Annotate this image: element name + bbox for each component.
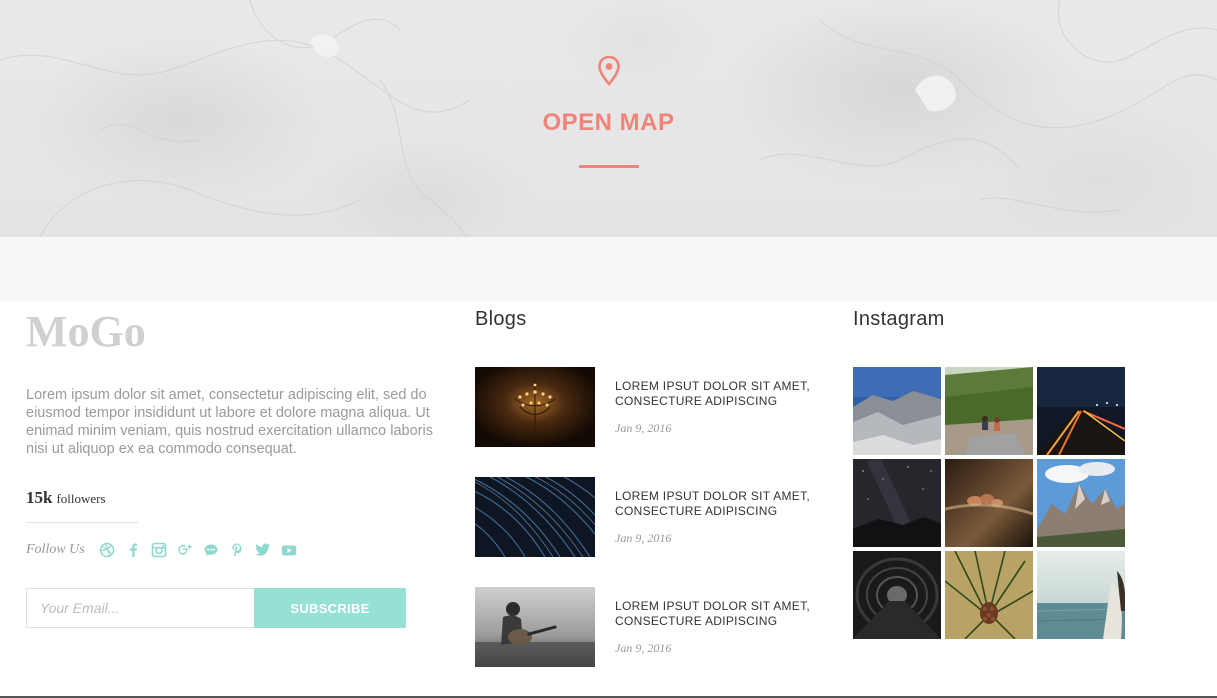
blog-meta: LOREM IPSUT DOLOR SIT AMET, CONSECTURE A… bbox=[615, 477, 820, 557]
about-column: MoGo Lorem ipsum dolor sit amet, consect… bbox=[26, 302, 436, 628]
blog-date: Jan 9, 2016 bbox=[615, 421, 672, 435]
blog-meta: LOREM IPSUT DOLOR SIT AMET, CONSECTURE A… bbox=[615, 367, 820, 447]
social-icons bbox=[99, 541, 298, 558]
map-pin-icon bbox=[597, 55, 621, 86]
blog-item[interactable]: LOREM IPSUT DOLOR SIT AMET, CONSECTURE A… bbox=[475, 587, 835, 667]
blog-date: Jan 9, 2016 bbox=[615, 641, 672, 655]
subscribe-form: SUBSCRIBE bbox=[26, 588, 406, 628]
subscribe-button[interactable]: SUBSCRIBE bbox=[254, 588, 406, 628]
follow-us-label: Follow Us bbox=[26, 541, 85, 557]
open-map-link[interactable]: OPEN MAP bbox=[0, 109, 1217, 137]
instagram-photo-hands-closeup[interactable] bbox=[945, 459, 1033, 547]
blog-title[interactable]: LOREM IPSUT DOLOR SIT AMET, CONSECTURE A… bbox=[615, 599, 820, 629]
blog-title[interactable]: LOREM IPSUT DOLOR SIT AMET, CONSECTURE A… bbox=[615, 489, 820, 519]
blog-thumbnail-chandelier[interactable] bbox=[475, 367, 595, 447]
footer-logo[interactable]: MoGo bbox=[26, 310, 436, 354]
followers-number: 15k bbox=[26, 488, 53, 507]
chat-icon[interactable] bbox=[203, 541, 220, 558]
instagram-photo-mountain-valley[interactable] bbox=[853, 367, 941, 455]
twitter-icon[interactable] bbox=[255, 541, 272, 558]
divider bbox=[26, 522, 138, 523]
blog-item[interactable]: LOREM IPSUT DOLOR SIT AMET, CONSECTURE A… bbox=[475, 367, 835, 447]
instagram-photo-forest-hikers[interactable] bbox=[945, 367, 1033, 455]
instagram-photo-night-sky[interactable] bbox=[853, 459, 941, 547]
email-input[interactable] bbox=[26, 588, 254, 628]
dribbble-icon[interactable] bbox=[99, 541, 116, 558]
instagram-photo-rocky-peaks[interactable] bbox=[1037, 459, 1125, 547]
follow-us-row: Follow Us bbox=[26, 541, 436, 558]
instagram-title: Instagram bbox=[853, 308, 945, 330]
instagram-icon[interactable] bbox=[151, 541, 168, 558]
spacer-band bbox=[0, 237, 1217, 302]
blog-meta: LOREM IPSUT DOLOR SIT AMET, CONSECTURE A… bbox=[615, 587, 820, 667]
map-section[interactable]: OPEN MAP bbox=[0, 0, 1217, 237]
instagram-column: Instagram bbox=[853, 302, 1133, 639]
instagram-photo-pine-cone[interactable] bbox=[945, 551, 1033, 639]
instagram-photo-night-highway[interactable] bbox=[1037, 367, 1125, 455]
blog-list: LOREM IPSUT DOLOR SIT AMET, CONSECTURE A… bbox=[475, 367, 835, 667]
instagram-photo-sea-horizon[interactable] bbox=[1037, 551, 1125, 639]
blog-title[interactable]: LOREM IPSUT DOLOR SIT AMET, CONSECTURE A… bbox=[615, 379, 820, 409]
instagram-grid bbox=[853, 367, 1133, 639]
blog-item[interactable]: LOREM IPSUT DOLOR SIT AMET, CONSECTURE A… bbox=[475, 477, 835, 557]
facebook-icon[interactable] bbox=[125, 541, 142, 558]
youtube-icon[interactable] bbox=[281, 541, 298, 558]
blogs-column: Blogs LOREM IPSUT DOLOR SIT AMET, CONSEC… bbox=[475, 302, 835, 697]
blog-thumbnail-star-trails[interactable] bbox=[475, 477, 595, 557]
about-text: Lorem ipsum dolor sit amet, consectetur … bbox=[26, 387, 433, 457]
followers-label: followers bbox=[56, 491, 106, 506]
blog-date: Jan 9, 2016 bbox=[615, 531, 672, 545]
google-plus-icon[interactable] bbox=[177, 541, 194, 558]
pinterest-icon[interactable] bbox=[229, 541, 246, 558]
open-map-underline bbox=[578, 165, 639, 168]
followers-count: 15k followers bbox=[26, 488, 436, 508]
blog-thumbnail-boy-guitar[interactable] bbox=[475, 587, 595, 667]
blogs-title: Blogs bbox=[475, 308, 527, 330]
instagram-photo-tunnel[interactable] bbox=[853, 551, 941, 639]
